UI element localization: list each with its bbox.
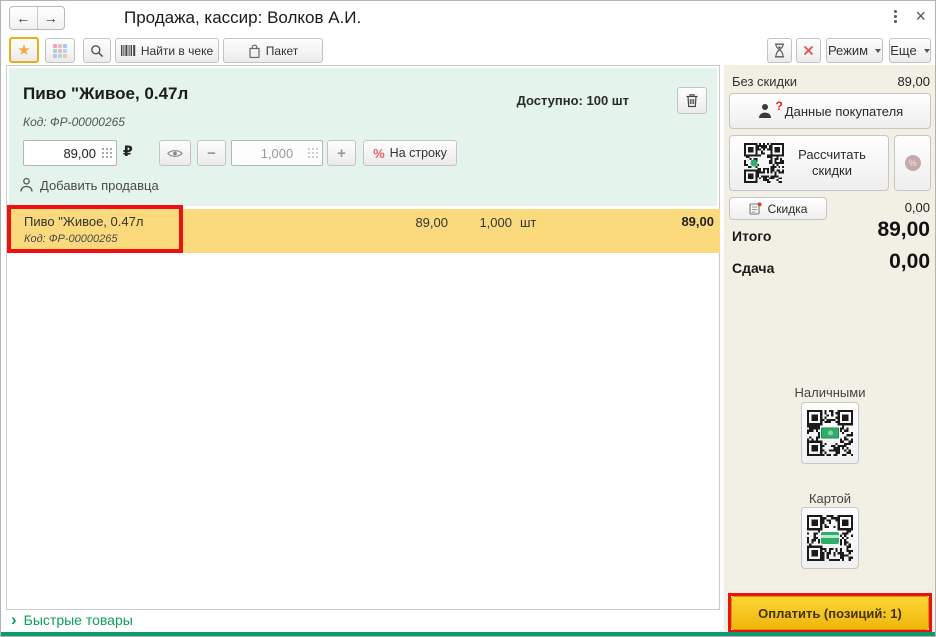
nav-history-group: ← → [9,6,65,30]
eye-icon [167,149,183,157]
change-value: 0,00 [889,250,930,273]
calc-discounts-label: Рассчитать скидки [798,146,866,178]
back-button[interactable]: ← [10,7,38,29]
cash-label: Наличными [794,385,866,400]
add-seller-label: Добавить продавца [40,177,159,193]
chevron-down-icon [923,48,930,53]
favorites-button[interactable]: ★ [9,37,39,63]
pay-button-label: Оплатить (позиций: 1) [758,605,902,621]
find-in-receipt-label: Найти в чеке [140,43,214,58]
row-product-name: Пиво "Живое, 0.47л [24,214,144,229]
no-discount-value: 89,00 [897,74,930,89]
line-discount-label: На строку [389,146,447,160]
trash-icon [686,94,698,108]
package-label: Пакет [265,43,299,58]
pending-operations-button[interactable] [767,38,792,63]
barcode-icon [120,45,136,56]
mode-label: Режим [827,43,869,58]
row-unit: шт [520,215,537,230]
mode-button[interactable]: Режим [826,38,883,63]
line-discount-button[interactable]: % На строку [363,140,457,166]
find-in-receipt-button[interactable]: Найти в чеке [115,38,219,63]
pay-cash-qr-button[interactable] [801,402,859,464]
quick-goods-grid-button[interactable] [45,38,75,63]
calc-discounts-button[interactable]: Рассчитать скидки [729,135,889,191]
question-badge: ? [775,99,783,113]
credit-card-icon [821,532,839,544]
minus-icon: − [207,144,216,162]
bag-icon [249,44,260,58]
more-label: Еще [890,43,917,58]
chevron-right-icon: › [11,610,17,629]
search-button[interactable] [83,38,111,63]
quick-goods-label: Быстрые товары [23,612,133,628]
title-bar: ← → Продажа, кассир: Волков А.И. × [1,1,935,33]
discount-value: 0,00 [904,200,930,215]
no-discount-label: Без скидки [732,74,798,89]
plus-icon: + [337,144,346,162]
package-button[interactable]: Пакет [223,38,323,63]
quick-goods-link[interactable]: › Быстрые товары [11,610,133,629]
forward-button[interactable]: → [38,7,65,29]
percent-circle-icon: % [904,155,921,171]
decrease-quantity-button[interactable]: − [197,140,226,166]
receipt-table-row[interactable]: Пиво "Живое, 0.47л Код: ФР-00000265 89,0… [8,209,720,253]
chevron-down-icon [875,48,882,53]
red-cross-icon [803,45,814,56]
grid-icon [53,43,67,58]
pay-card-qr-button[interactable] [801,507,859,569]
payment-panel: Без скидки 89,00 ? Данные покупателя Рас… [724,65,935,633]
kebab-menu-icon[interactable] [894,10,898,23]
currency-symbol: ₽ [123,144,133,160]
delete-row-button[interactable] [677,87,707,114]
forward-arrow-icon: → [43,10,58,26]
person-icon: ? [757,99,783,119]
star-icon: ★ [17,41,31,59]
annotation-highlight-pay: Оплатить (позиций: 1) [728,593,932,633]
row-total: 89,00 [681,214,714,229]
change-label: Сдача [732,260,775,276]
numpad-icon[interactable] [101,147,112,158]
add-seller-link[interactable]: Добавить продавца [19,177,159,193]
numpad-icon[interactable] [307,147,318,158]
discount-button[interactable]: Скидка [729,197,827,220]
pos-window: ← → Продажа, кассир: Волков А.И. × ★ Най… [0,0,936,637]
pay-button[interactable]: Оплатить (позиций: 1) [731,596,929,630]
person-outline-icon [20,177,33,192]
total-label: Итого [732,228,772,244]
bottom-status-strip [1,632,935,636]
close-icon[interactable]: × [915,5,926,27]
receipt-area: Пиво "Живое, 0.47л Код: ФР-00000265 Дост… [6,65,720,610]
increase-quantity-button[interactable]: + [327,140,356,166]
product-code: Код: ФР-00000265 [23,115,125,129]
current-product-panel: Пиво "Живое, 0.47л Код: ФР-00000265 Дост… [9,68,717,206]
discount-badge-button[interactable]: % [894,135,931,191]
back-arrow-icon: ← [16,10,31,26]
page-title: Продажа, кассир: Волков А.И. [124,8,362,27]
discount-label: Скидка [767,201,808,216]
customer-data-button[interactable]: ? Данные покупателя [729,93,931,129]
more-button[interactable]: Еще [889,38,931,63]
toolbar: ★ Найти в чеке Пакет Режим Еще [1,34,935,65]
percent-icon: % [373,145,385,161]
preview-button[interactable] [159,140,191,166]
banknote-icon [821,427,839,439]
customer-data-label: Данные покупателя [784,103,904,119]
cancel-receipt-button[interactable] [796,38,821,63]
row-product-code: Код: ФР-00000265 [24,233,118,245]
green-dot-icon [750,159,758,167]
available-quantity: Доступно: 100 шт [516,93,629,108]
card-label: Картой [808,491,852,506]
row-price: 89,00 [415,215,448,230]
hourglass-icon [775,43,784,58]
product-name: Пиво "Живое, 0.47л [23,84,189,103]
search-icon [91,44,104,57]
row-quantity: 1,000 [479,215,512,230]
total-value: 89,00 [877,218,930,241]
discount-doc-icon [749,202,762,215]
